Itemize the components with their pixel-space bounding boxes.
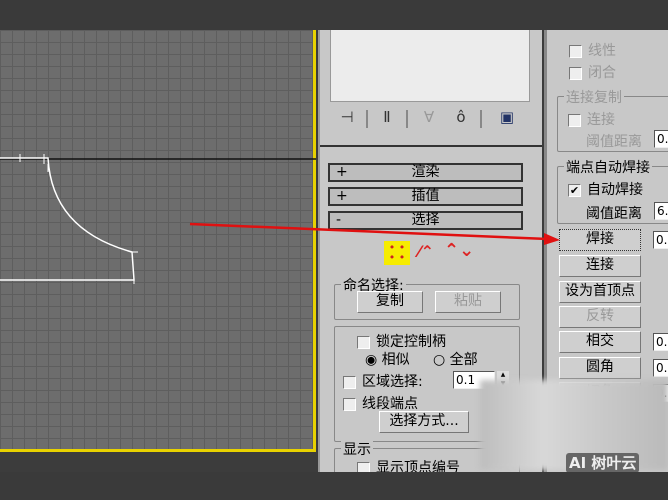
red-arrow bbox=[189, 222, 560, 245]
bottom-bar bbox=[0, 472, 668, 500]
